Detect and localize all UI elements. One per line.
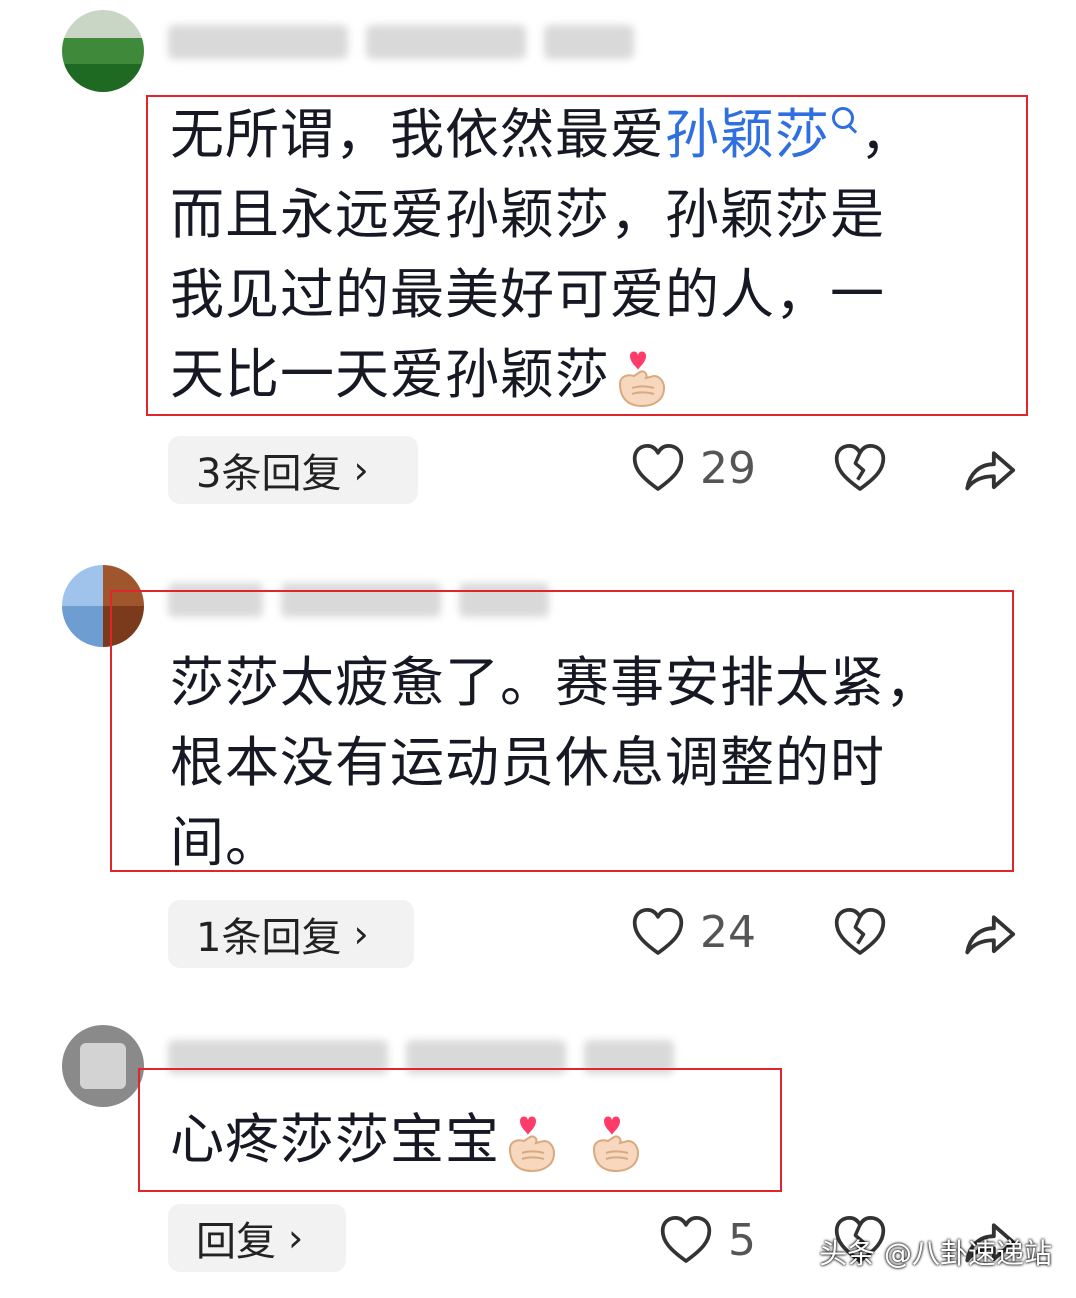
dislike-button[interactable] [832,904,888,960]
heart-outline-icon [630,440,686,496]
share-button[interactable] [960,904,1018,962]
avatar[interactable] [62,10,144,92]
comment-text: 根本没有运动员休息调整的时 [170,731,885,794]
share-arrow-icon [960,904,1018,962]
heart-outline-icon [630,904,686,960]
share-arrow-icon [960,440,1018,498]
comment-text: 心疼莎莎宝宝 [170,1100,648,1180]
view-replies-button[interactable]: 3条回复 › [168,436,418,504]
like-count: 24 [700,906,756,958]
heart-outline-icon [658,1212,714,1268]
broken-heart-icon [832,904,888,960]
like-count: 5 [728,1214,756,1266]
reply-label: 3条回复 [196,451,342,497]
comment-text: 无所谓，我依然最爱孙颖莎， [170,103,915,166]
username-meta-blurred [168,20,634,64]
comment-text: 间。 [170,811,280,874]
broken-heart-icon [832,440,888,496]
watermark: 头条 @八卦速递站 [819,1237,1052,1270]
chevron-right-icon: › [288,1216,304,1260]
finger-heart-emoji [500,1111,564,1175]
dislike-button[interactable] [832,440,888,496]
chevron-right-icon: › [353,912,369,956]
finger-heart-emoji [584,1111,648,1175]
view-replies-button[interactable]: 1条回复 › [168,900,414,968]
like-count: 29 [700,442,756,494]
comment-text: 天比一天爱孙颖莎 [170,335,674,415]
like-button[interactable]: 24 [630,904,756,960]
comment-text: 而且永远爱孙颖莎，孙颖莎是 [170,183,885,246]
share-button[interactable] [960,440,1018,498]
finger-heart-emoji [610,346,674,410]
like-button[interactable]: 29 [630,440,756,496]
like-button[interactable]: 5 [658,1212,756,1268]
avatar[interactable] [62,1025,144,1107]
reply-button[interactable]: 回复 › [168,1204,346,1272]
search-icon[interactable] [830,105,860,135]
comment-text: 我见过的最美好可爱的人，一 [170,263,885,326]
comment-text: 莎莎太疲惫了。赛事安排太紧， [170,651,940,714]
topic-link[interactable]: 孙颖莎 [665,103,830,166]
chevron-right-icon: › [353,448,369,492]
reply-label: 1条回复 [196,915,342,961]
reply-label: 回复 [196,1219,276,1265]
